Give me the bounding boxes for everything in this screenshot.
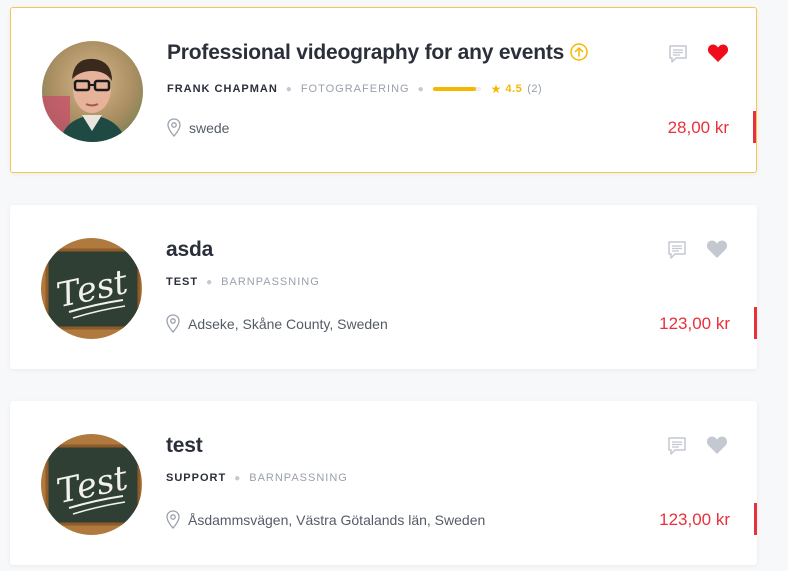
listing-card[interactable]: Test asda TEST ● BARNPASSNING Adseke, Sk… [10, 205, 757, 369]
price: 28,00 kr [667, 118, 729, 137]
location-pin-icon [167, 118, 181, 137]
listing-card[interactable]: Professional videography for any events … [10, 7, 757, 173]
listing-title[interactable]: test [166, 434, 203, 458]
price: 123,00 kr [659, 510, 730, 529]
location: Adseke, Skåne County, Sweden [166, 314, 388, 333]
location-pin-icon [166, 314, 180, 333]
separator-dot: ● [417, 83, 425, 95]
author-name[interactable]: TEST [166, 276, 198, 288]
rating-value: 4.5 [505, 83, 523, 95]
location: swede [167, 118, 229, 137]
location: Åsdammsvägen, Västra Götalands län, Swed… [166, 510, 485, 529]
location-text: Adseke, Skåne County, Sweden [188, 315, 388, 332]
listing-meta: SUPPORT ● BARNPASSNING [166, 472, 348, 484]
avatar[interactable]: Test [41, 434, 142, 535]
separator-dot: ● [285, 83, 293, 95]
author-name[interactable]: FRANK CHAPMAN [167, 83, 278, 95]
chalkboard-image: Test [41, 434, 142, 535]
price-indicator [754, 503, 757, 535]
separator-dot: ● [234, 472, 242, 484]
location-text: swede [189, 119, 230, 136]
chalkboard-image: Test [41, 238, 142, 339]
person-photo [42, 41, 143, 142]
avatar[interactable] [42, 41, 143, 142]
listing-card[interactable]: Test test SUPPORT ● BARNPASSNING Åsdamms… [10, 401, 757, 565]
separator-dot: ● [206, 276, 214, 288]
price-indicator [754, 307, 757, 339]
message-icon[interactable] [667, 240, 687, 260]
rating-bar [432, 87, 481, 91]
heart-icon[interactable] [706, 239, 728, 259]
star-icon: ★ [490, 82, 503, 96]
category-label[interactable]: BARNPASSNING [249, 472, 348, 484]
category-label[interactable]: BARNPASSNING [221, 276, 320, 288]
heart-icon[interactable] [706, 435, 728, 455]
listing-meta: FRANK CHAPMAN ● FOTOGRAFERING ● ★ 4.5 (2… [167, 82, 542, 96]
location-pin-icon [166, 510, 180, 529]
review-count: (2) [527, 83, 543, 95]
listing-title[interactable]: asda [166, 238, 213, 262]
category-label[interactable]: FOTOGRAFERING [301, 83, 410, 95]
author-name[interactable]: SUPPORT [166, 472, 226, 484]
location-text: Åsdammsvägen, Västra Götalands län, Swed… [188, 511, 486, 528]
price-indicator [753, 111, 756, 143]
message-icon[interactable] [667, 436, 687, 456]
avatar[interactable]: Test [41, 238, 142, 339]
message-icon[interactable] [668, 44, 688, 64]
boost-arrow-icon [570, 43, 588, 61]
listing-title[interactable]: Professional videography for any events [167, 41, 588, 65]
price: 123,00 kr [659, 314, 730, 333]
heart-icon[interactable] [707, 43, 729, 63]
listing-meta: TEST ● BARNPASSNING [166, 276, 320, 288]
